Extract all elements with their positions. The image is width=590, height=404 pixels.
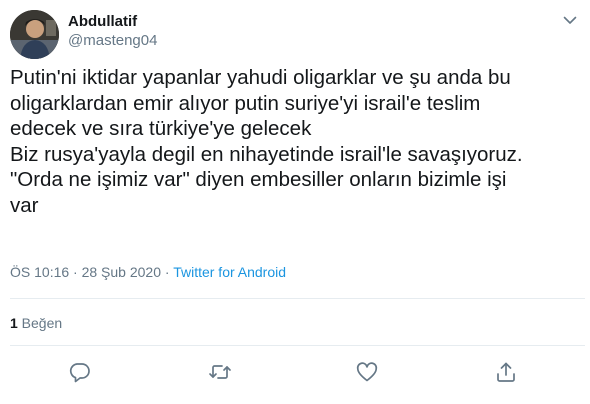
chevron-down-icon[interactable] <box>560 10 580 30</box>
tweet-text-line: Biz rusya'yayla degil en nihayetinde isr… <box>10 142 523 166</box>
tweet-text-line: edecek ve sıra türkiye'ye gelecek <box>10 117 312 140</box>
author-name[interactable]: Abdullatif <box>68 13 137 30</box>
retweet-icon[interactable] <box>208 360 232 384</box>
tweet-timestamp[interactable]: ÖS 10:16 · 28 Şub 2020 · <box>10 264 173 280</box>
share-icon[interactable] <box>494 360 518 384</box>
divider <box>10 345 585 346</box>
like-label: Beğen <box>17 315 63 331</box>
avatar[interactable] <box>10 10 59 59</box>
tweet-text-line: var <box>10 193 39 217</box>
tweet-text-line: "Orda ne işimiz var" diyen embesiller on… <box>10 168 507 191</box>
heart-icon[interactable] <box>355 360 379 384</box>
tweet-meta: ÖS 10:16 · 28 Şub 2020 · Twitter for And… <box>10 264 286 280</box>
tweet-text-line: Putin'ni iktidar yapanlar yahudi oligark… <box>10 66 511 89</box>
tweet-card: Abdullatif @masteng04 Putin'ni iktidar y… <box>0 0 590 404</box>
tweet-text: Putin'ni iktidar yapanlar yahudi oligark… <box>10 65 585 218</box>
like-count: 1 <box>10 315 18 331</box>
like-stats[interactable]: 1 Beğen <box>10 315 62 331</box>
reply-icon[interactable] <box>68 360 92 384</box>
tweet-source-link[interactable]: Twitter for Android <box>173 264 286 280</box>
tweet-text-line: oligarklardan emir alıyor putin suriye'y… <box>10 91 481 115</box>
author-handle[interactable]: @masteng04 <box>68 32 157 49</box>
divider <box>10 298 585 299</box>
avatar-photo <box>10 10 59 59</box>
